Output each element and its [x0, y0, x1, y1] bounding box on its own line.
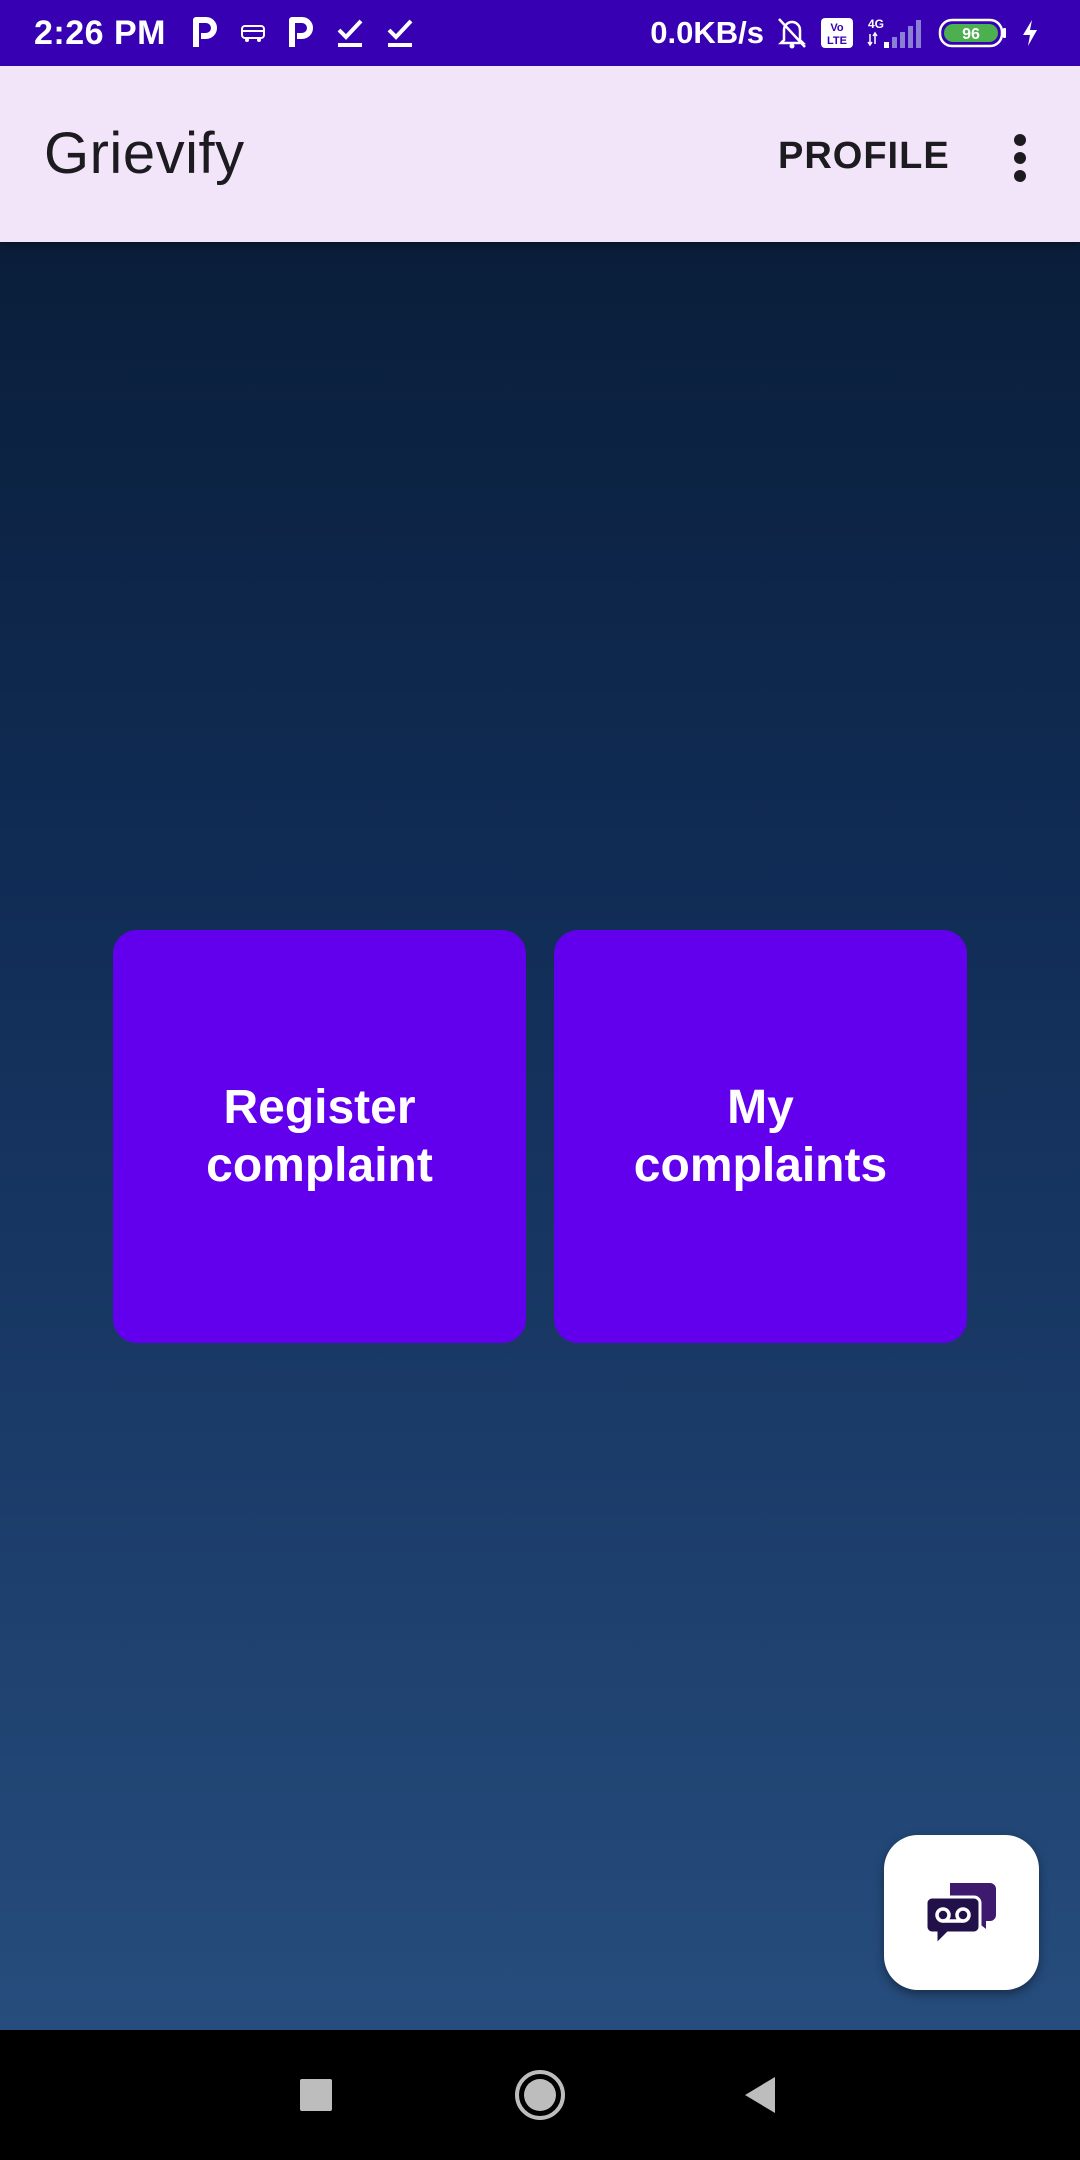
bell-off-icon — [776, 16, 808, 50]
register-complaint-label: Register complaint — [206, 1080, 433, 1192]
app-title: Grievify — [44, 121, 245, 186]
status-bar-left: 2:26 PM — [34, 14, 436, 53]
signal-icon: 4G — [866, 16, 926, 50]
more-vertical-icon[interactable] — [990, 122, 1050, 194]
recents-icon[interactable] — [276, 2055, 356, 2135]
bus-icon — [240, 23, 266, 43]
status-bar-right: 0.0KB/s Vo LTE 4G 96 — [650, 15, 1052, 51]
check-icon — [336, 18, 364, 48]
home-icon[interactable] — [500, 2055, 580, 2135]
profile-button[interactable]: PROFILE — [770, 128, 958, 184]
parking-icon — [288, 17, 314, 49]
svg-text:LTE: LTE — [827, 35, 847, 47]
svg-text:Vo: Vo — [830, 22, 844, 34]
main-content: Register complaint My complaints — [0, 242, 1080, 2030]
chat-fab-button[interactable] — [884, 1835, 1039, 1990]
system-nav-bar — [0, 2030, 1080, 2160]
svg-text:4G: 4G — [868, 17, 884, 31]
my-complaints-button[interactable]: My complaints — [554, 930, 967, 1343]
check-icon — [386, 18, 414, 48]
app-bar: Grievify PROFILE — [0, 66, 1080, 242]
charging-icon — [1020, 18, 1040, 48]
back-icon[interactable] — [720, 2055, 800, 2135]
register-complaint-button[interactable]: Register complaint — [113, 930, 526, 1343]
network-speed: 0.0KB/s — [650, 15, 764, 50]
battery-level: 96 — [962, 26, 980, 43]
status-time: 2:26 PM — [34, 13, 166, 52]
volte-icon: Vo LTE — [820, 17, 854, 49]
my-complaints-label: My complaints — [633, 1080, 888, 1192]
parking-icon — [192, 17, 218, 49]
status-bar: 2:26 PM 0.0KB/s Vo LTE 4G 96 — [0, 0, 1080, 66]
battery-icon: 96 — [938, 18, 1008, 48]
chat-voicemail-icon — [925, 1882, 996, 1947]
